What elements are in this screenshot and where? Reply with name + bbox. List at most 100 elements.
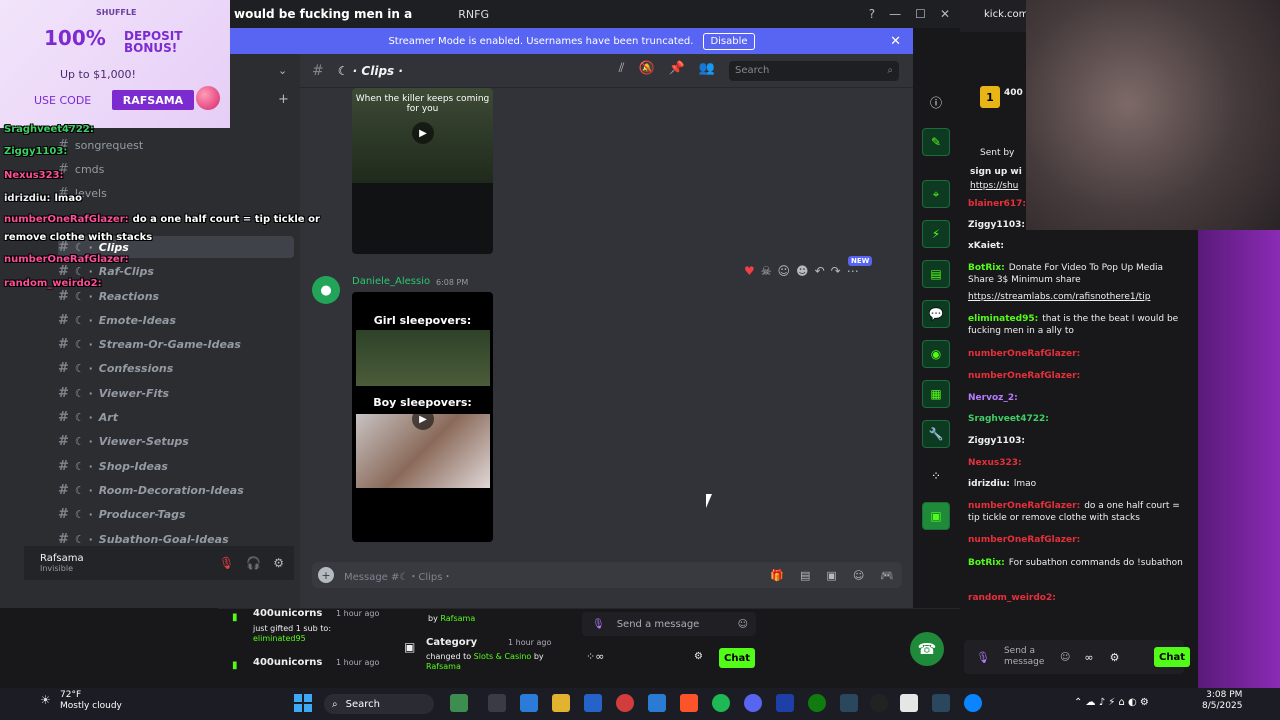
- wrench-icon[interactable]: 🔧: [922, 420, 950, 448]
- kick-chat-user[interactable]: blainer617:: [968, 199, 1026, 209]
- xbox-icon[interactable]: [808, 694, 826, 712]
- discord-icon[interactable]: [744, 694, 762, 712]
- minimize-icon[interactable]: —: [889, 7, 901, 21]
- edit-icon[interactable]: ✎: [922, 128, 950, 156]
- gift-user[interactable]: 400unicorns: [253, 608, 322, 619]
- broadcast-icon[interactable]: ◉: [922, 340, 950, 368]
- steam-icon[interactable]: [840, 694, 858, 712]
- support-icon[interactable]: ☎: [910, 632, 944, 666]
- info-icon[interactable]: ⓘ: [922, 88, 950, 116]
- kick-chat-user[interactable]: Ziggy1103:: [968, 436, 1025, 446]
- start-icon[interactable]: [294, 694, 312, 712]
- kick-chat-text[interactable]: https://streamlabs.com/rafisnothere1/tip: [968, 292, 1150, 302]
- dash-user-2[interactable]: 400unicorns: [253, 657, 322, 668]
- sidebar-channel[interactable]: # ☾ · Viewer-Fits: [58, 382, 169, 404]
- deafen-icon[interactable]: 🎧: [246, 556, 261, 570]
- laugh-reaction-icon[interactable]: ☺: [778, 264, 791, 278]
- reply-icon[interactable]: ↶: [815, 264, 825, 278]
- kick-chat-user[interactable]: numberOneRafGlazer:: [968, 501, 1080, 511]
- emoji-icon[interactable]: ☺: [1060, 652, 1070, 663]
- play-icon[interactable]: ▶: [412, 122, 434, 144]
- mic-icon[interactable]: 🎙: [976, 651, 990, 664]
- dash-chat-button[interactable]: Chat: [719, 648, 755, 668]
- sticker-icon[interactable]: ▣: [826, 569, 836, 582]
- sidebar-channel[interactable]: # ☾ · Viewer-Setups: [58, 430, 189, 452]
- sidebar-channel[interactable]: # ☾ · Shop-Ideas: [58, 455, 168, 477]
- add-reaction-icon[interactable]: ☻: [796, 264, 809, 278]
- kick-chat-user[interactable]: Nervoz_2:: [968, 393, 1018, 403]
- steam-icon[interactable]: [932, 694, 950, 712]
- browser-url[interactable]: kick.com: [984, 9, 1028, 20]
- folder-icon[interactable]: [552, 694, 570, 712]
- kick-message-input[interactable]: 🎙 Send a message ☺ ∞ ⚙: [964, 640, 1184, 674]
- kick-chat-button[interactable]: Chat: [1154, 647, 1190, 667]
- user-name[interactable]: Rafsama: [40, 553, 84, 564]
- copilot-icon[interactable]: [520, 694, 538, 712]
- kick-chat-user[interactable]: Sraghveet4722:: [968, 414, 1049, 424]
- kick-chat-user[interactable]: random_weirdo2:: [968, 593, 1056, 603]
- video-attachment-2[interactable]: Girl sleepovers: Boy sleepovers: ▶: [352, 292, 493, 542]
- pinned-link[interactable]: https://shu: [970, 181, 1018, 191]
- kick-chat-user[interactable]: numberOneRafGlazer:: [968, 371, 1080, 381]
- settings-icon[interactable]: ⚙: [694, 651, 703, 662]
- settings-icon[interactable]: ⚙: [1110, 651, 1120, 664]
- author-avatar[interactable]: ●: [312, 276, 340, 304]
- kick-chat-user[interactable]: BotRix:: [968, 558, 1005, 568]
- add-channel-icon[interactable]: +: [278, 92, 289, 107]
- help-icon[interactable]: ?: [869, 7, 875, 21]
- crosshair-icon[interactable]: ⌖: [922, 180, 950, 208]
- gift-icon[interactable]: 🎁: [770, 569, 784, 582]
- kick-chat-user[interactable]: eliminated95:: [968, 314, 1038, 324]
- gift-target[interactable]: eliminated95: [253, 634, 306, 643]
- play-icon[interactable]: ▶: [412, 408, 434, 430]
- chat-bubble-icon[interactable]: 💬: [922, 300, 950, 328]
- message-author[interactable]: Daniele_Alessio: [352, 276, 430, 287]
- game-icon[interactable]: ▣: [922, 502, 950, 530]
- disable-button[interactable]: Disable: [703, 32, 755, 50]
- kick-chat-user[interactable]: Ziggy1103:: [968, 220, 1025, 230]
- document-icon[interactable]: [900, 694, 918, 712]
- dots-icon[interactable]: ⁘: [922, 462, 950, 490]
- members-icon[interactable]: 👥: [699, 61, 715, 81]
- category-value[interactable]: Slots & Casino: [474, 652, 532, 661]
- app-l-icon[interactable]: [776, 694, 794, 712]
- mic-muted-icon[interactable]: 🎙: [219, 556, 234, 570]
- sidebar-channel[interactable]: # ☾ · Stream-Or-Game-Ideas: [58, 333, 241, 355]
- photoshop-icon[interactable]: [648, 694, 666, 712]
- apps-icon[interactable]: 🎮: [880, 569, 894, 582]
- emoji-icon[interactable]: ☺: [738, 619, 748, 630]
- gif-icon[interactable]: ▤: [800, 569, 810, 582]
- file-explorer-icon[interactable]: [488, 694, 506, 712]
- heart-reaction-icon[interactable]: ♥: [744, 264, 755, 278]
- dash-message-input[interactable]: 🎙 Send a message ☺: [582, 612, 756, 636]
- by-user[interactable]: Rafsama: [440, 614, 475, 623]
- sidebar-channel[interactable]: # ☾ · Room-Decoration-Ideas: [58, 479, 244, 501]
- settings-icon[interactable]: ⚙: [273, 556, 284, 570]
- mute-icon[interactable]: 🔕: [638, 61, 654, 81]
- search-input[interactable]: Search ⌕: [729, 60, 899, 81]
- server-icon[interactable]: ▦: [922, 380, 950, 408]
- sidebar-channel[interactable]: # ☾ · Producer-Tags: [58, 503, 186, 525]
- app-icon-1[interactable]: [450, 694, 468, 712]
- spotify-icon[interactable]: [712, 694, 730, 712]
- edge-icon[interactable]: [964, 694, 982, 712]
- tray-icons[interactable]: ⌃ ☁ ♪ ⚡ ⌂ ◐ ⚙: [1074, 697, 1149, 708]
- chrome-icon[interactable]: [616, 694, 634, 712]
- video-attachment-1[interactable]: When the killer keeps coming for you ▶: [352, 88, 493, 254]
- sidebar-channel[interactable]: # cmds: [58, 158, 104, 180]
- forward-icon[interactable]: ↷: [831, 264, 841, 278]
- message-composer[interactable]: + Message #☾・Clips・ 🎁 ▤ ▣ ☺ 🎮: [312, 562, 902, 588]
- sidebar-channel[interactable]: # songrequest: [58, 134, 143, 156]
- taskbar-search[interactable]: ⌕ Search: [324, 694, 434, 714]
- more-icon[interactable]: ⋯: [847, 264, 859, 278]
- kick-chat-user[interactable]: numberOneRafGlazer:: [968, 349, 1080, 359]
- clock[interactable]: 3:08 PM 8/5/2025: [1202, 690, 1242, 712]
- sidebar-channel[interactable]: # ☾ · Art: [58, 406, 118, 428]
- sidebar-channel[interactable]: # ☾ · Confessions: [58, 357, 173, 379]
- sidebar-channel[interactable]: # ☾ · Emote-Ideas: [58, 309, 176, 331]
- kick-chat-user[interactable]: BotRix:: [968, 263, 1005, 273]
- maximize-icon[interactable]: ☐: [915, 7, 926, 21]
- close-icon[interactable]: ✕: [940, 7, 950, 21]
- chevron-down-icon[interactable]: ⌄: [278, 64, 287, 77]
- weather-widget[interactable]: 72°F Mostly cloudy: [60, 690, 122, 712]
